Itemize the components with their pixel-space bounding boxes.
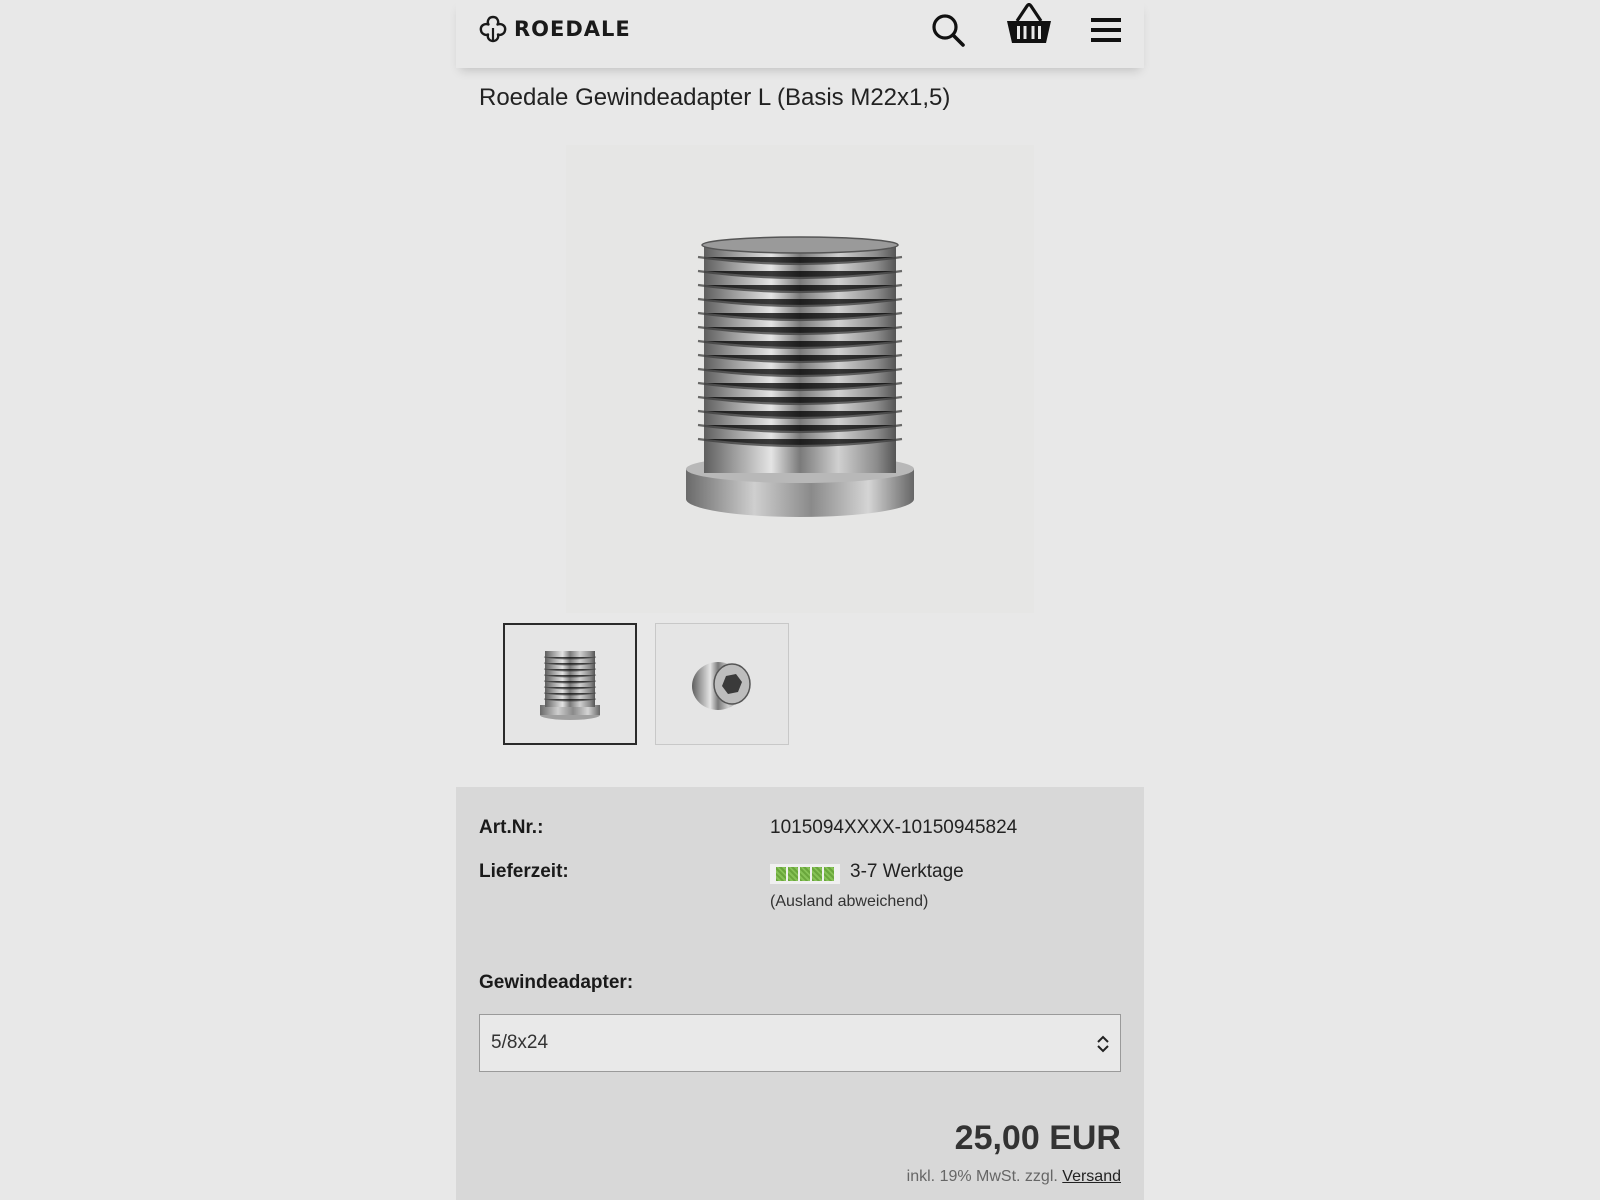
menu-icon <box>1091 18 1121 42</box>
thumbnail-2[interactable] <box>655 623 789 745</box>
art-nr-label: Art.Nr.: <box>479 817 544 838</box>
brand-logo[interactable]: ROEDALE <box>478 14 631 44</box>
stock-segment <box>788 867 798 881</box>
delivery-note: (Ausland abweichend) <box>770 893 929 910</box>
delivery-value: 3-7 Werktage <box>850 861 964 882</box>
product-page: ROEDALE Roedale Gewindeadapter L (Basis … <box>456 0 1144 1200</box>
site-header: ROEDALE <box>456 0 1144 68</box>
stock-segment <box>776 867 786 881</box>
search-button[interactable] <box>928 10 968 50</box>
search-icon <box>932 14 965 47</box>
thumbnail-1[interactable] <box>503 623 637 745</box>
variant-label: Gewindeadapter: <box>479 972 634 993</box>
stock-indicator <box>770 864 840 884</box>
menu-button[interactable] <box>1086 10 1126 50</box>
art-nr-value: 1015094XXXX-10150945824 <box>770 817 1018 838</box>
threaded-adapter-side-thumb <box>540 651 600 720</box>
logo-icon <box>479 15 507 43</box>
product-price: 25,00 EUR <box>954 1119 1121 1157</box>
variant-selected-value: 5/8x24 <box>491 1032 549 1053</box>
variant-select[interactable]: 5/8x24 <box>479 1014 1121 1072</box>
delivery-label: Lieferzeit: <box>479 861 569 882</box>
basket-button[interactable] <box>1004 2 1054 48</box>
product-info-box: Art.Nr.: 1015094XXXX-10150945824 Lieferz… <box>456 787 1144 1200</box>
select-arrows-icon <box>1097 1035 1109 1053</box>
stock-segment <box>812 867 822 881</box>
tax-note: inkl. 19% MwSt. zzgl. Versand <box>907 1168 1121 1186</box>
product-main-image[interactable] <box>566 145 1034 613</box>
brand-name: ROEDALE <box>514 17 631 41</box>
stock-segment <box>824 867 834 881</box>
tax-text: inkl. 19% MwSt. zzgl. <box>906 1168 1058 1185</box>
basket-icon <box>1007 3 1051 43</box>
threaded-adapter-angle-thumb <box>692 662 751 710</box>
threaded-adapter-image <box>686 236 914 517</box>
shipping-link[interactable]: Versand <box>1062 1168 1121 1185</box>
product-title: Roedale Gewindeadapter L (Basis M22x1,5) <box>479 84 951 111</box>
stock-segment <box>800 867 810 881</box>
